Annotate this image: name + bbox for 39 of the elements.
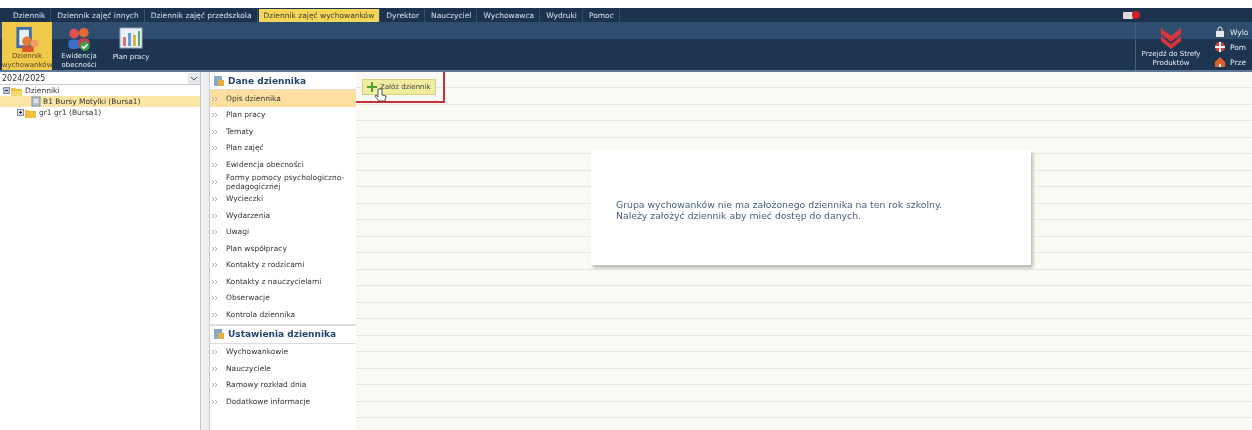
double-chevron-icon: [212, 279, 218, 284]
double-chevron-icon: [212, 399, 218, 404]
notification-icon: [1123, 10, 1140, 20]
double-chevron-icon: [212, 213, 218, 218]
double-chevron-icon: [212, 246, 218, 251]
home-icon: [1214, 56, 1226, 68]
lifebuoy-icon: [1214, 41, 1226, 53]
collapse-icon[interactable]: [3, 87, 10, 94]
year-select[interactable]: 2024/2025: [2, 73, 46, 83]
journal-icon: [13, 25, 41, 52]
hand-cursor-icon: [374, 88, 387, 102]
double-chevron-icon: [212, 230, 218, 235]
section-title: Dane dziennika: [228, 75, 307, 86]
double-chevron-icon: [212, 350, 218, 355]
section-title: Ustawienia dziennika: [228, 329, 337, 339]
plus-icon: [367, 82, 377, 92]
people-icon: [65, 25, 93, 52]
double-chevron-icon: [212, 180, 218, 184]
message-text: Należy założyć dziennik aby mieć dostęp do danych.: [616, 209, 863, 221]
double-chevron-icon: [212, 162, 218, 167]
double-chevron-icon: [212, 366, 218, 371]
section-icon: [213, 328, 225, 340]
double-chevron-icon: [212, 146, 218, 151]
double-chevron-icon: [212, 263, 218, 268]
chevron-down-icon: [1159, 26, 1183, 50]
expand-icon[interactable]: [17, 109, 24, 116]
open-folder-icon: [11, 85, 23, 96]
document-icon: [31, 96, 41, 107]
chevron-icon: [190, 75, 198, 81]
double-chevron-icon: [212, 296, 218, 301]
double-chevron-icon: [212, 113, 218, 118]
section-icon: [213, 74, 225, 87]
double-chevron-icon: [212, 383, 218, 388]
message-text: Grupa wychowanków nie ma założonego dziennika na ten rok szkolny.: [616, 198, 943, 210]
double-chevron-icon: [212, 197, 218, 202]
double-chevron-icon: [212, 312, 218, 317]
double-chevron-icon: [212, 129, 218, 134]
lock-icon: [1214, 26, 1226, 38]
double-chevron-icon: [212, 96, 218, 101]
